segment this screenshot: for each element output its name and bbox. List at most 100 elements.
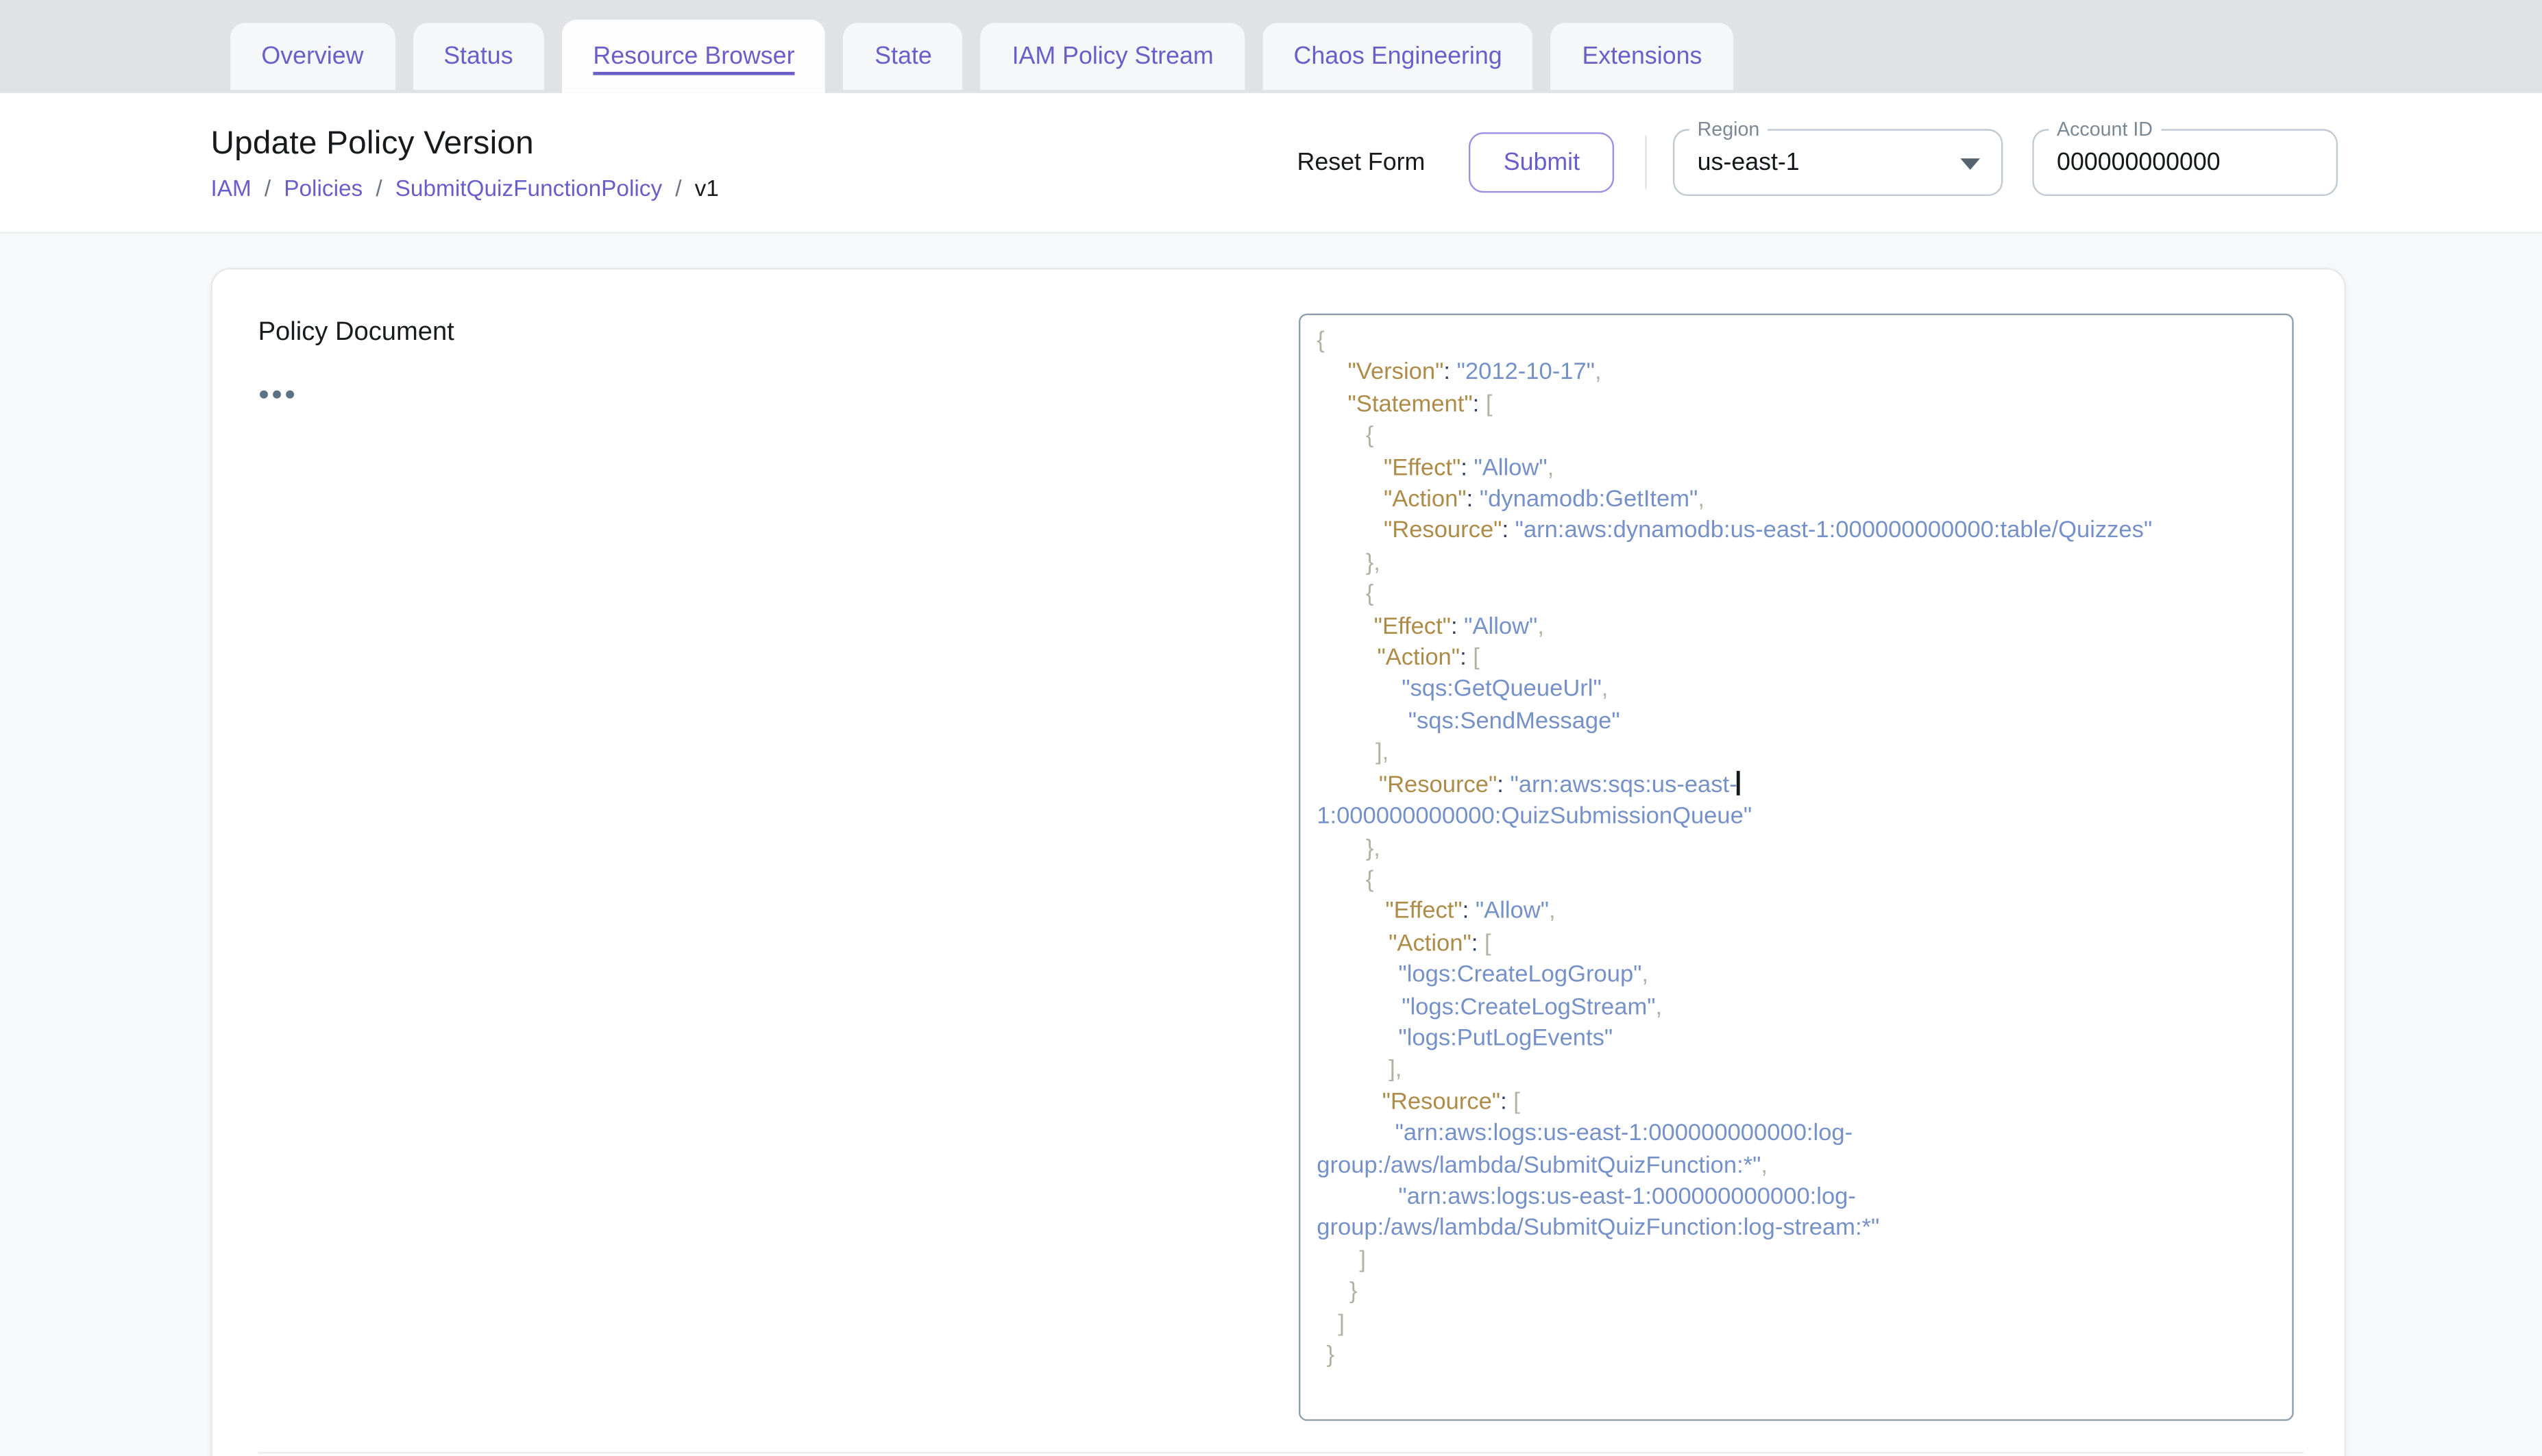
breadcrumb-separator: / — [265, 174, 271, 200]
code-token: "Action" — [1384, 486, 1467, 513]
policy-card: Policy Document {"Version": "2012-10-17"… — [210, 268, 2345, 1456]
policy-document-editor[interactable]: {"Version": "2012-10-17","Statement": [{… — [1299, 314, 2294, 1421]
code-token: , — [1602, 677, 1609, 703]
code-line: "Resource": "arn:aws:sqs:us-east- — [1317, 770, 2275, 802]
header-divider — [1645, 136, 1646, 190]
tab-status[interactable]: Status — [413, 23, 544, 90]
code-token: [ — [1513, 1089, 1520, 1115]
tab-state[interactable]: State — [844, 23, 963, 90]
code-token: "Action" — [1389, 930, 1471, 957]
code-line: "Action": [ — [1317, 929, 2275, 961]
code-token: : — [1500, 1089, 1513, 1115]
tab-label: IAM Policy Stream — [1012, 42, 1214, 71]
code-token: ], — [1376, 740, 1389, 766]
region-label: Region — [1689, 119, 1768, 140]
code-token: : — [1451, 613, 1464, 639]
code-token: , — [1537, 613, 1544, 639]
code-token: , — [1595, 360, 1602, 386]
code-line: ], — [1317, 739, 2275, 770]
code-line: "sqs:SendMessage" — [1317, 707, 2275, 739]
tab-resource-browser[interactable]: Resource Browser — [562, 20, 826, 93]
breadcrumb: IAM/Policies/SubmitQuizFunctionPolicy/v1 — [210, 174, 718, 200]
code-line: "arn:aws:logs:us-east-1:000000000000:log… — [1317, 1183, 2275, 1214]
code-line: "Effect": "Allow", — [1317, 612, 2275, 643]
code-line: ] — [1317, 1309, 2275, 1341]
code-line: }, — [1317, 834, 2275, 865]
text-cursor — [1737, 770, 1740, 795]
code-token: [ — [1484, 930, 1491, 957]
code-line: { — [1317, 865, 2275, 897]
code-token: , — [1761, 1152, 1768, 1179]
code-line: "Version": "2012-10-17", — [1317, 358, 2275, 390]
code-token: : — [1463, 899, 1476, 925]
code-token: [ — [1473, 645, 1480, 671]
code-token: "logs:CreateLogStream" — [1402, 994, 1655, 1020]
code-token: "logs:CreateLogGroup" — [1398, 962, 1641, 988]
code-token: "Resource" — [1379, 772, 1497, 798]
code-line: "Action": "dynamodb:GetItem", — [1317, 485, 2275, 517]
code-token: "dynamodb:GetItem" — [1480, 486, 1698, 513]
region-select[interactable]: Region us-east-1 — [1673, 129, 2003, 196]
app-root: Overview Status Resource Browser State IAM P… — [0, 0, 2542, 1456]
code-token: "arn:aws:dynamodb:us-east-1:000000000000… — [1515, 519, 2153, 545]
code-token: "sqs:SendMessage" — [1408, 708, 1620, 735]
breadcrumb-v1: v1 — [695, 174, 719, 200]
breadcrumb-policies[interactable]: Policies — [284, 174, 363, 200]
tab-bar: Overview Status Resource Browser State IAM P… — [0, 0, 2542, 93]
code-token: "Effect" — [1385, 899, 1462, 925]
code-line: { — [1317, 422, 2275, 454]
tab-label: State — [875, 42, 932, 71]
code-token: group:/aws/lambda/SubmitQuizFunction:log… — [1317, 1216, 1879, 1242]
code-line: 1:000000000000:QuizSubmissionQueue" — [1317, 802, 2275, 834]
tab-overview[interactable]: Overview — [230, 23, 395, 90]
code-line: "logs:PutLogEvents" — [1317, 1024, 2275, 1055]
code-line: "Resource": [ — [1317, 1087, 2275, 1119]
code-line: { — [1317, 580, 2275, 612]
code-token: "Version" — [1348, 360, 1444, 386]
code-token: , — [1549, 899, 1556, 925]
code-line: "Statement": [ — [1317, 390, 2275, 421]
page-header: Update Policy Version IAM / Policies / Submi… — [0, 93, 2542, 234]
tab-chaos-engineering[interactable]: Chaos Engineering — [1262, 23, 1533, 90]
breadcrumb-iam[interactable]: IAM — [210, 174, 251, 200]
code-token: { — [1317, 328, 1325, 354]
code-token: : — [1443, 360, 1456, 386]
code-line: group:/aws/lambda/SubmitQuizFunction:log… — [1317, 1214, 2275, 1246]
tab-label: Extensions — [1582, 42, 1702, 71]
submit-button[interactable]: Submit — [1469, 132, 1614, 193]
code-line: group:/aws/lambda/SubmitQuizFunction:*", — [1317, 1150, 2275, 1182]
reset-form-button[interactable]: Reset Form — [1294, 139, 1428, 186]
code-line: ], — [1317, 1056, 2275, 1087]
code-line: } — [1317, 1341, 2275, 1372]
account-id-field[interactable]: Account ID 000000000000 — [2032, 129, 2338, 196]
code-line: "Effect": "Allow", — [1317, 454, 2275, 485]
code-token: , — [1698, 486, 1704, 513]
code-token: : — [1461, 455, 1474, 481]
code-token: [ — [1486, 392, 1493, 418]
code-line: ] — [1317, 1246, 2275, 1277]
code-token: : — [1460, 645, 1473, 671]
code-token: : — [1497, 772, 1510, 798]
header-left: Update Policy Version IAM / Policies / Submi… — [210, 125, 718, 200]
code-token: { — [1366, 582, 1374, 608]
code-line: "sqs:GetQueueUrl", — [1317, 676, 2275, 707]
code-token: "2012-10-17" — [1457, 360, 1595, 386]
code-token: : — [1467, 486, 1480, 513]
code-line: "logs:CreateLogGroup", — [1317, 961, 2275, 992]
code-line: "Effect": "Allow", — [1317, 897, 2275, 928]
page-title: Update Policy Version — [210, 125, 718, 162]
header-actions: Reset Form Submit Region us-east-1 Accou… — [1294, 129, 2338, 196]
code-line: "arn:aws:logs:us-east-1:000000000000:log… — [1317, 1119, 2275, 1150]
code-token: } — [1349, 1279, 1358, 1305]
ellipsis-menu-icon[interactable] — [260, 386, 294, 404]
tab-extensions[interactable]: Extensions — [1551, 23, 1733, 90]
code-token: "Effect" — [1374, 613, 1451, 639]
tab-iam-policy-stream[interactable]: IAM Policy Stream — [981, 23, 1245, 90]
tab-label: Chaos Engineering — [1294, 42, 1502, 71]
breadcrumb-submitquizfunctionpolicy[interactable]: SubmitQuizFunctionPolicy — [395, 174, 663, 200]
code-token: }, — [1366, 835, 1380, 861]
breadcrumb-separator: / — [376, 174, 382, 200]
code-token: "arn:aws:sqs:us-east- — [1511, 772, 1737, 798]
code-line: "Action": [ — [1317, 643, 2275, 675]
tab-label: Resource Browser — [593, 42, 794, 71]
